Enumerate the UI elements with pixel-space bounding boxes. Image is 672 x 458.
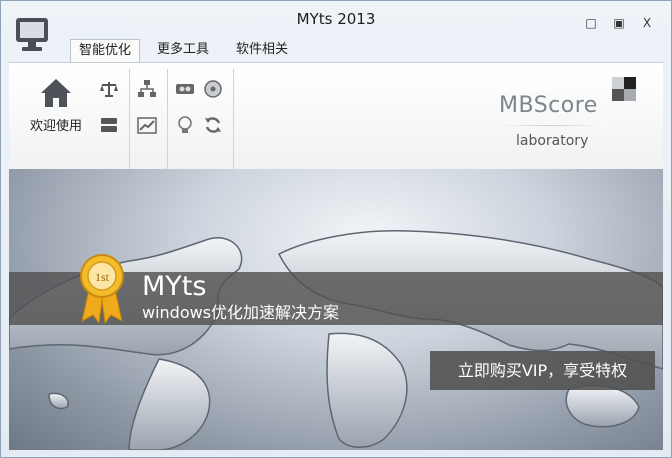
network-icon[interactable] (137, 79, 157, 99)
minimize-button[interactable]: □ (581, 15, 601, 31)
app-window: MYts 2013 □ ▣ X 智能优化 更多工具 软件相关 欢迎使用 MBSc… (0, 0, 672, 458)
tab-software[interactable]: 软件相关 (228, 39, 296, 63)
medal-icon: 1st (80, 254, 124, 325)
balance-icon[interactable] (99, 79, 119, 99)
maximize-button[interactable]: ▣ (609, 15, 629, 31)
ribbon-separator (167, 69, 168, 169)
welcome-button[interactable]: 欢迎使用 (27, 77, 85, 134)
promo-title: MYts (142, 271, 207, 302)
refresh-icon[interactable] (203, 115, 223, 135)
welcome-label: 欢迎使用 (29, 119, 82, 134)
memory-icon[interactable] (175, 79, 195, 99)
medal-label: 1st (95, 270, 110, 284)
ribbon-separator (233, 69, 234, 169)
promo-banner: 1st MYts windows优化加速解决方案 立即购买VIP，享受特权 (9, 169, 663, 450)
home-icon (41, 79, 71, 107)
bulb-icon[interactable] (175, 115, 195, 135)
title-bar: MYts 2013 □ ▣ X (1, 1, 671, 51)
tab-smart-optimize[interactable]: 智能优化 (70, 39, 141, 63)
brand-divider (491, 125, 609, 126)
brand-tagline: laboratory (516, 133, 589, 149)
close-button[interactable]: X (637, 15, 657, 31)
ribbon-panel: 欢迎使用 MBScore laboratory (9, 62, 663, 169)
promo-subtitle: windows优化加速解决方案 (142, 303, 340, 322)
window-title: MYts 2013 (296, 10, 376, 28)
tab-more-tools[interactable]: 更多工具 (149, 39, 217, 63)
chart-up-icon[interactable] (137, 115, 157, 135)
buy-vip-button[interactable]: 立即购买VIP，享受特权 (430, 351, 655, 390)
brand-name: MBScore (499, 93, 598, 118)
ribbon-separator (129, 69, 130, 169)
database-icon[interactable] (99, 115, 119, 135)
brand-logo-icon (612, 77, 636, 101)
disc-icon[interactable] (203, 79, 223, 99)
